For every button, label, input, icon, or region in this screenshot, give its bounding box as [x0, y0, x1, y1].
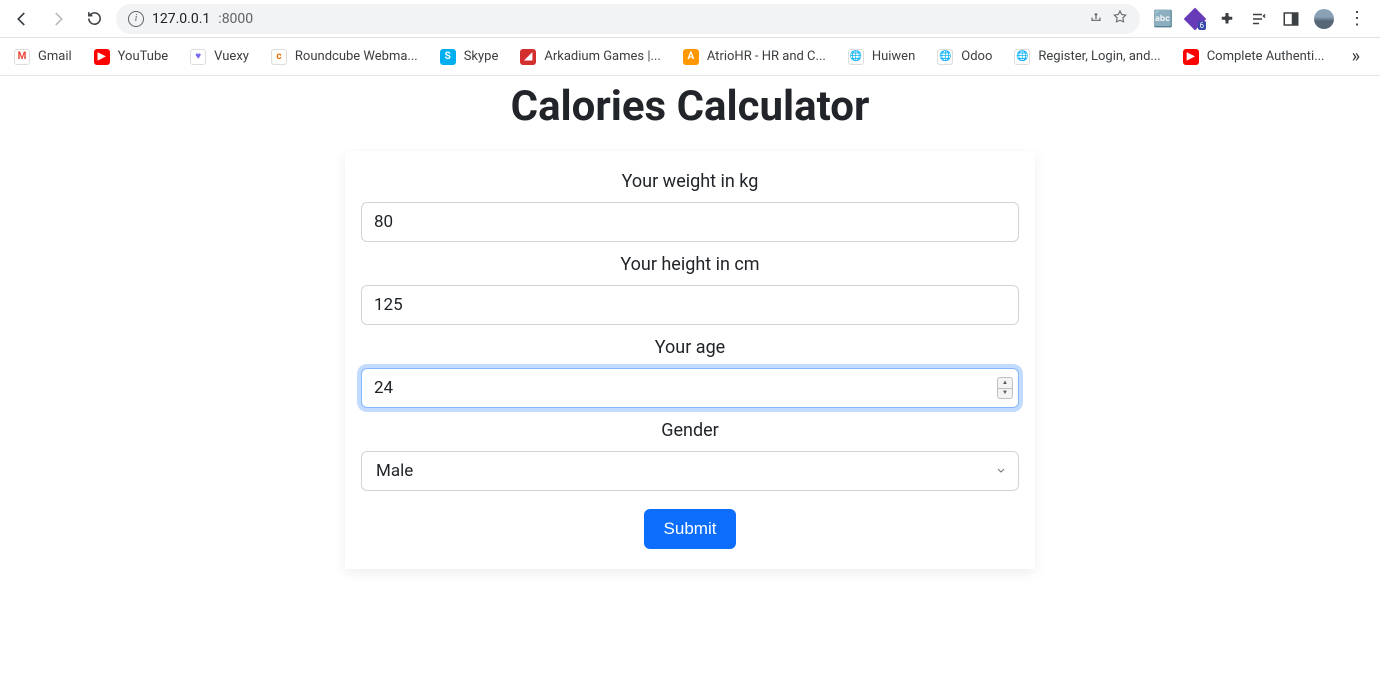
bookmark-item[interactable]: A AtrioHR - HR and C... — [683, 49, 826, 65]
age-label: Your age — [361, 337, 1019, 358]
bookmark-item[interactable]: 🌐 Odoo — [937, 49, 992, 65]
bookmark-label: Skype — [464, 49, 499, 64]
bookmark-icon: 🌐 — [937, 49, 953, 65]
bookmark-label: Gmail — [38, 49, 72, 64]
spinner-down-icon[interactable]: ▼ — [998, 389, 1012, 399]
bookmark-icon: c — [271, 49, 287, 65]
bookmark-item[interactable]: c Roundcube Webma... — [271, 49, 418, 65]
bookmark-label: Vuexy — [214, 49, 249, 64]
extension-icon[interactable]: 6 — [1186, 10, 1204, 28]
gender-select[interactable]: Male — [361, 451, 1019, 491]
gender-label: Gender — [361, 420, 1019, 441]
bookmarks-bar: M Gmail ▶ YouTube ♥ Vuexy c Roundcube We… — [0, 38, 1380, 76]
bookmark-item[interactable]: M Gmail — [14, 49, 72, 65]
bookmark-icon: 🌐 — [848, 49, 864, 65]
bookmark-icon: ▶ — [94, 49, 110, 65]
number-spinner[interactable]: ▲ ▼ — [997, 377, 1013, 399]
bookmark-item[interactable]: ♥ Vuexy — [190, 49, 249, 65]
bookmark-item[interactable]: ▶ Complete Authenti... — [1183, 49, 1325, 65]
weight-label: Your weight in kg — [361, 171, 1019, 192]
url-host: 127.0.0.1 — [152, 11, 210, 27]
reload-button[interactable] — [80, 5, 108, 33]
browser-toolbar: i 127.0.0.1 :8000 🔤 6 ⋮ — [0, 0, 1380, 38]
page-title: Calories Calculator — [0, 82, 1380, 131]
reading-list-icon[interactable] — [1250, 10, 1268, 28]
bookmark-icon: A — [683, 49, 699, 65]
height-label: Your height in cm — [361, 254, 1019, 275]
spinner-up-icon[interactable]: ▲ — [998, 378, 1012, 389]
bookmark-label: Arkadium Games |... — [544, 49, 660, 64]
translate-extension-icon[interactable]: 🔤 — [1154, 10, 1172, 28]
bookmark-label: Register, Login, and... — [1038, 49, 1160, 64]
bookmark-icon: ♥ — [190, 49, 206, 65]
weight-input[interactable] — [361, 202, 1019, 242]
forward-button[interactable] — [44, 5, 72, 33]
extensions-puzzle-icon[interactable] — [1218, 10, 1236, 28]
bookmark-icon: ▶ — [1183, 49, 1199, 65]
bookmark-label: Roundcube Webma... — [295, 49, 418, 64]
calculator-card: Your weight in kg Your height in cm Your… — [345, 151, 1035, 569]
address-bar[interactable]: i 127.0.0.1 :8000 — [116, 4, 1140, 34]
bookmark-label: Huiwen — [872, 49, 915, 64]
bookmark-item[interactable]: ▶ YouTube — [94, 49, 169, 65]
bookmark-label: AtrioHR - HR and C... — [707, 49, 826, 64]
back-button[interactable] — [8, 5, 36, 33]
bookmark-label: Complete Authenti... — [1207, 49, 1325, 64]
profile-avatar[interactable] — [1314, 9, 1334, 29]
star-icon[interactable] — [1112, 9, 1128, 29]
bookmark-item[interactable]: 🌐 Register, Login, and... — [1014, 49, 1160, 65]
age-input[interactable] — [361, 368, 1019, 408]
side-panel-icon[interactable] — [1282, 10, 1300, 28]
menu-icon[interactable]: ⋮ — [1348, 10, 1366, 28]
bookmark-label: Odoo — [961, 49, 992, 64]
bookmark-icon: 🌐 — [1014, 49, 1030, 65]
gender-selected-value: Male — [376, 461, 413, 481]
bookmark-icon: ◢ — [520, 49, 536, 65]
bookmark-icon: S — [440, 49, 456, 65]
page-content: Calories Calculator Your weight in kg Yo… — [0, 82, 1380, 569]
height-input[interactable] — [361, 285, 1019, 325]
bookmark-item[interactable]: S Skype — [440, 49, 499, 65]
bookmark-item[interactable]: ◢ Arkadium Games |... — [520, 49, 660, 65]
extension-area: 🔤 6 ⋮ — [1148, 9, 1372, 29]
bookmark-item[interactable]: 🌐 Huiwen — [848, 49, 915, 65]
site-info-icon[interactable]: i — [128, 11, 144, 27]
url-port: :8000 — [218, 11, 253, 27]
bookmark-overflow-icon[interactable]: » — [1352, 46, 1366, 67]
share-icon[interactable] — [1088, 9, 1104, 29]
bookmark-icon: M — [14, 49, 30, 65]
bookmark-label: YouTube — [118, 49, 169, 64]
submit-button[interactable]: Submit — [644, 509, 737, 549]
